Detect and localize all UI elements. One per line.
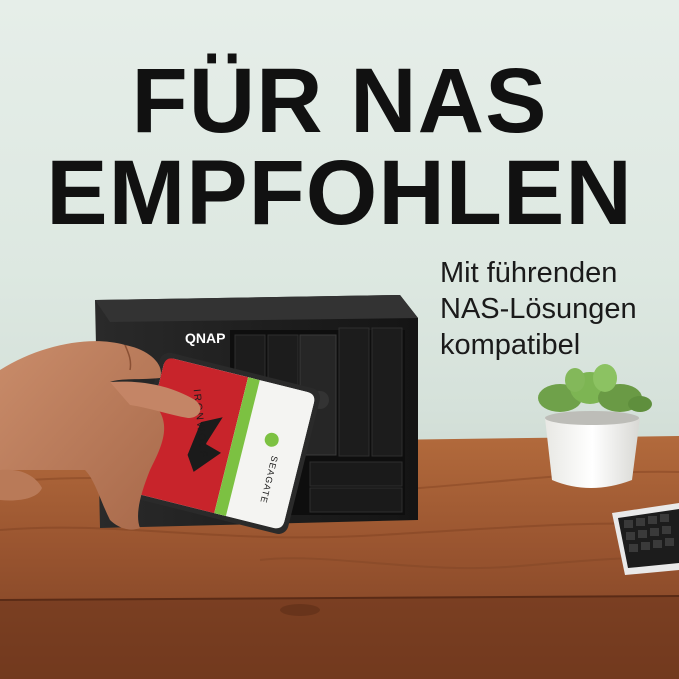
- product-image: QNAP IRONWOLF SEAGATE FÜR NAS EMPFOHLEN …: [0, 0, 679, 679]
- headline: FÜR NAS EMPFOHLEN: [0, 55, 679, 239]
- nas-brand-label: QNAP: [185, 330, 225, 346]
- subtext-line-3: kompatibel: [440, 329, 581, 361]
- subtext-line-2: NAS-Lösungen: [440, 293, 637, 325]
- subtext-line-1: Mit führenden: [440, 257, 618, 289]
- headline-line-2: EMPFOHLEN: [46, 142, 633, 244]
- subtext: Mit führenden NAS-Lösungen kompatibel: [440, 255, 670, 363]
- headline-line-1: FÜR NAS: [131, 50, 548, 152]
